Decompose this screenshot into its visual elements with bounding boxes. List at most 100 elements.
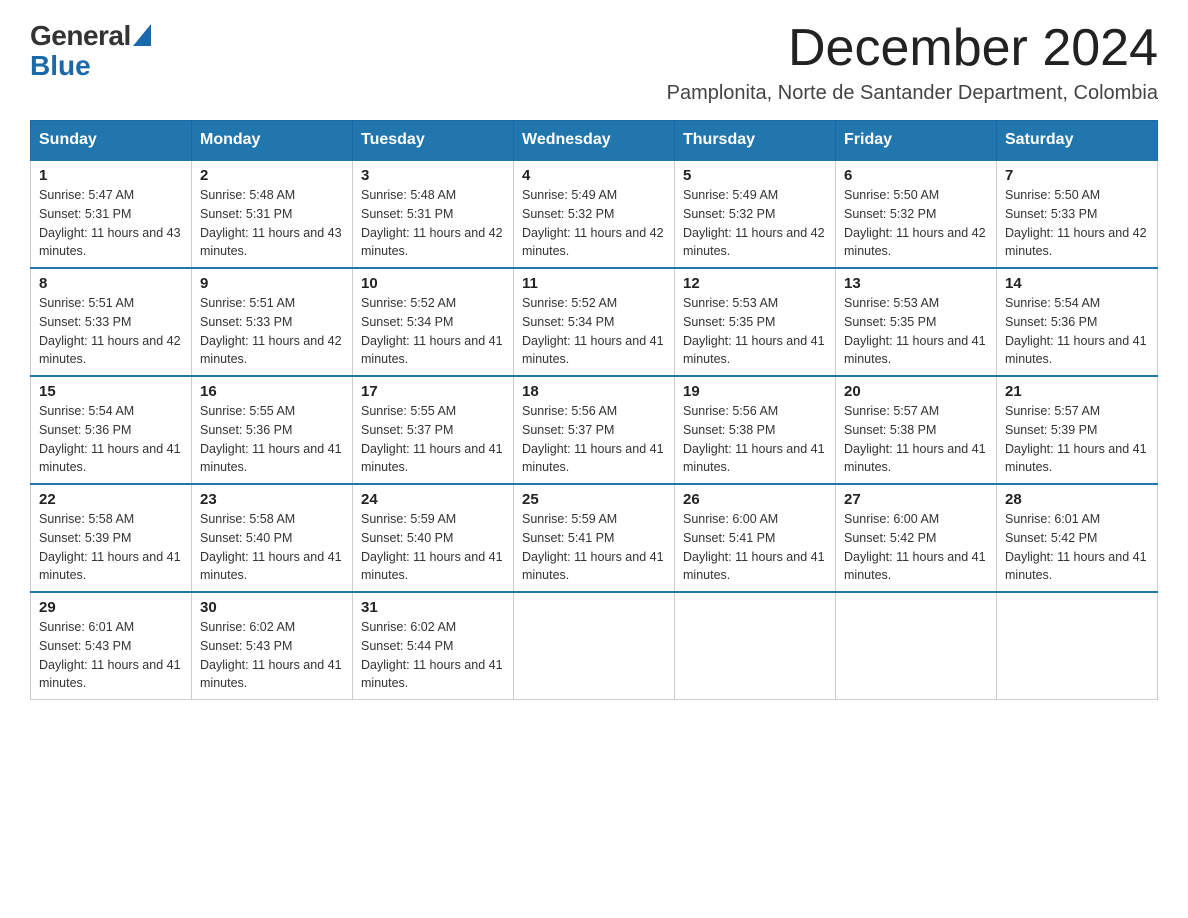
logo-top: General [30, 20, 151, 52]
month-title: December 2024 [667, 20, 1158, 77]
logo-blue-text: Blue [30, 50, 91, 82]
sunrise-label: Sunrise: 5:56 AM [683, 404, 778, 418]
day-number: 4 [522, 167, 666, 184]
weekday-header-sunday: Sunday [31, 121, 192, 161]
day-number: 19 [683, 383, 827, 400]
sunset-label: Sunset: 5:39 PM [39, 531, 131, 545]
day-number: 31 [361, 599, 505, 616]
sunset-label: Sunset: 5:42 PM [1005, 531, 1097, 545]
day-number: 10 [361, 275, 505, 292]
calendar-cell: 23 Sunrise: 5:58 AM Sunset: 5:40 PM Dayl… [192, 484, 353, 592]
day-info: Sunrise: 5:58 AM Sunset: 5:40 PM Dayligh… [200, 510, 344, 585]
calendar-cell: 14 Sunrise: 5:54 AM Sunset: 5:36 PM Dayl… [997, 268, 1158, 376]
sunset-label: Sunset: 5:33 PM [200, 315, 292, 329]
calendar-cell: 28 Sunrise: 6:01 AM Sunset: 5:42 PM Dayl… [997, 484, 1158, 592]
sunset-label: Sunset: 5:41 PM [522, 531, 614, 545]
day-number: 8 [39, 275, 183, 292]
calendar-cell: 26 Sunrise: 6:00 AM Sunset: 5:41 PM Dayl… [675, 484, 836, 592]
calendar-cell: 18 Sunrise: 5:56 AM Sunset: 5:37 PM Dayl… [514, 376, 675, 484]
day-info: Sunrise: 5:51 AM Sunset: 5:33 PM Dayligh… [39, 294, 183, 369]
daylight-label: Daylight: 11 hours and 41 minutes. [844, 334, 986, 367]
sunset-label: Sunset: 5:36 PM [1005, 315, 1097, 329]
calendar-cell: 7 Sunrise: 5:50 AM Sunset: 5:33 PM Dayli… [997, 160, 1158, 268]
calendar-cell: 29 Sunrise: 6:01 AM Sunset: 5:43 PM Dayl… [31, 592, 192, 700]
day-number: 30 [200, 599, 344, 616]
logo: General Blue [30, 20, 151, 82]
week-row-1: 1 Sunrise: 5:47 AM Sunset: 5:31 PM Dayli… [31, 160, 1158, 268]
sunset-label: Sunset: 5:35 PM [683, 315, 775, 329]
sunrise-label: Sunrise: 5:55 AM [361, 404, 456, 418]
calendar-cell: 11 Sunrise: 5:52 AM Sunset: 5:34 PM Dayl… [514, 268, 675, 376]
day-number: 7 [1005, 167, 1149, 184]
day-number: 22 [39, 491, 183, 508]
day-number: 16 [200, 383, 344, 400]
calendar-cell: 25 Sunrise: 5:59 AM Sunset: 5:41 PM Dayl… [514, 484, 675, 592]
daylight-label: Daylight: 11 hours and 41 minutes. [39, 442, 181, 475]
sunset-label: Sunset: 5:31 PM [200, 207, 292, 221]
sunset-label: Sunset: 5:39 PM [1005, 423, 1097, 437]
calendar-cell: 13 Sunrise: 5:53 AM Sunset: 5:35 PM Dayl… [836, 268, 997, 376]
sunrise-label: Sunrise: 5:57 AM [1005, 404, 1100, 418]
sunset-label: Sunset: 5:37 PM [522, 423, 614, 437]
calendar-cell [675, 592, 836, 700]
day-number: 29 [39, 599, 183, 616]
day-number: 11 [522, 275, 666, 292]
calendar-cell: 19 Sunrise: 5:56 AM Sunset: 5:38 PM Dayl… [675, 376, 836, 484]
week-row-5: 29 Sunrise: 6:01 AM Sunset: 5:43 PM Dayl… [31, 592, 1158, 700]
calendar-cell: 27 Sunrise: 6:00 AM Sunset: 5:42 PM Dayl… [836, 484, 997, 592]
day-info: Sunrise: 5:49 AM Sunset: 5:32 PM Dayligh… [522, 186, 666, 261]
day-info: Sunrise: 6:00 AM Sunset: 5:41 PM Dayligh… [683, 510, 827, 585]
day-info: Sunrise: 5:56 AM Sunset: 5:38 PM Dayligh… [683, 402, 827, 477]
sunset-label: Sunset: 5:32 PM [522, 207, 614, 221]
location-title: Pamplonita, Norte de Santander Departmen… [667, 82, 1158, 105]
day-info: Sunrise: 5:59 AM Sunset: 5:41 PM Dayligh… [522, 510, 666, 585]
sunset-label: Sunset: 5:32 PM [844, 207, 936, 221]
daylight-label: Daylight: 11 hours and 41 minutes. [1005, 334, 1147, 367]
sunrise-label: Sunrise: 5:49 AM [683, 188, 778, 202]
sunrise-label: Sunrise: 5:54 AM [39, 404, 134, 418]
day-info: Sunrise: 5:52 AM Sunset: 5:34 PM Dayligh… [522, 294, 666, 369]
day-number: 12 [683, 275, 827, 292]
calendar-cell [836, 592, 997, 700]
weekday-header-row: SundayMondayTuesdayWednesdayThursdayFrid… [31, 121, 1158, 161]
sunrise-label: Sunrise: 5:48 AM [200, 188, 295, 202]
day-info: Sunrise: 5:55 AM Sunset: 5:37 PM Dayligh… [361, 402, 505, 477]
sunrise-label: Sunrise: 6:00 AM [683, 512, 778, 526]
sunrise-label: Sunrise: 5:53 AM [683, 296, 778, 310]
calendar-cell: 21 Sunrise: 5:57 AM Sunset: 5:39 PM Dayl… [997, 376, 1158, 484]
calendar-cell: 16 Sunrise: 5:55 AM Sunset: 5:36 PM Dayl… [192, 376, 353, 484]
daylight-label: Daylight: 11 hours and 41 minutes. [361, 550, 503, 583]
daylight-label: Daylight: 11 hours and 43 minutes. [200, 226, 342, 259]
weekday-header-saturday: Saturday [997, 121, 1158, 161]
calendar-cell: 3 Sunrise: 5:48 AM Sunset: 5:31 PM Dayli… [353, 160, 514, 268]
calendar-cell: 17 Sunrise: 5:55 AM Sunset: 5:37 PM Dayl… [353, 376, 514, 484]
day-info: Sunrise: 5:57 AM Sunset: 5:39 PM Dayligh… [1005, 402, 1149, 477]
week-row-4: 22 Sunrise: 5:58 AM Sunset: 5:39 PM Dayl… [31, 484, 1158, 592]
day-number: 2 [200, 167, 344, 184]
sunrise-label: Sunrise: 5:56 AM [522, 404, 617, 418]
day-info: Sunrise: 5:50 AM Sunset: 5:33 PM Dayligh… [1005, 186, 1149, 261]
daylight-label: Daylight: 11 hours and 41 minutes. [683, 550, 825, 583]
day-number: 23 [200, 491, 344, 508]
day-info: Sunrise: 6:00 AM Sunset: 5:42 PM Dayligh… [844, 510, 988, 585]
sunset-label: Sunset: 5:38 PM [844, 423, 936, 437]
sunrise-label: Sunrise: 5:48 AM [361, 188, 456, 202]
daylight-label: Daylight: 11 hours and 43 minutes. [39, 226, 181, 259]
daylight-label: Daylight: 11 hours and 42 minutes. [683, 226, 825, 259]
day-number: 13 [844, 275, 988, 292]
day-info: Sunrise: 5:51 AM Sunset: 5:33 PM Dayligh… [200, 294, 344, 369]
day-number: 3 [361, 167, 505, 184]
day-info: Sunrise: 5:50 AM Sunset: 5:32 PM Dayligh… [844, 186, 988, 261]
day-info: Sunrise: 5:58 AM Sunset: 5:39 PM Dayligh… [39, 510, 183, 585]
sunset-label: Sunset: 5:33 PM [1005, 207, 1097, 221]
calendar-cell: 15 Sunrise: 5:54 AM Sunset: 5:36 PM Dayl… [31, 376, 192, 484]
day-number: 9 [200, 275, 344, 292]
sunset-label: Sunset: 5:33 PM [39, 315, 131, 329]
daylight-label: Daylight: 11 hours and 41 minutes. [1005, 550, 1147, 583]
sunrise-label: Sunrise: 5:52 AM [522, 296, 617, 310]
day-number: 26 [683, 491, 827, 508]
sunrise-label: Sunrise: 5:54 AM [1005, 296, 1100, 310]
daylight-label: Daylight: 11 hours and 41 minutes. [522, 550, 664, 583]
weekday-header-thursday: Thursday [675, 121, 836, 161]
day-info: Sunrise: 6:01 AM Sunset: 5:43 PM Dayligh… [39, 618, 183, 693]
